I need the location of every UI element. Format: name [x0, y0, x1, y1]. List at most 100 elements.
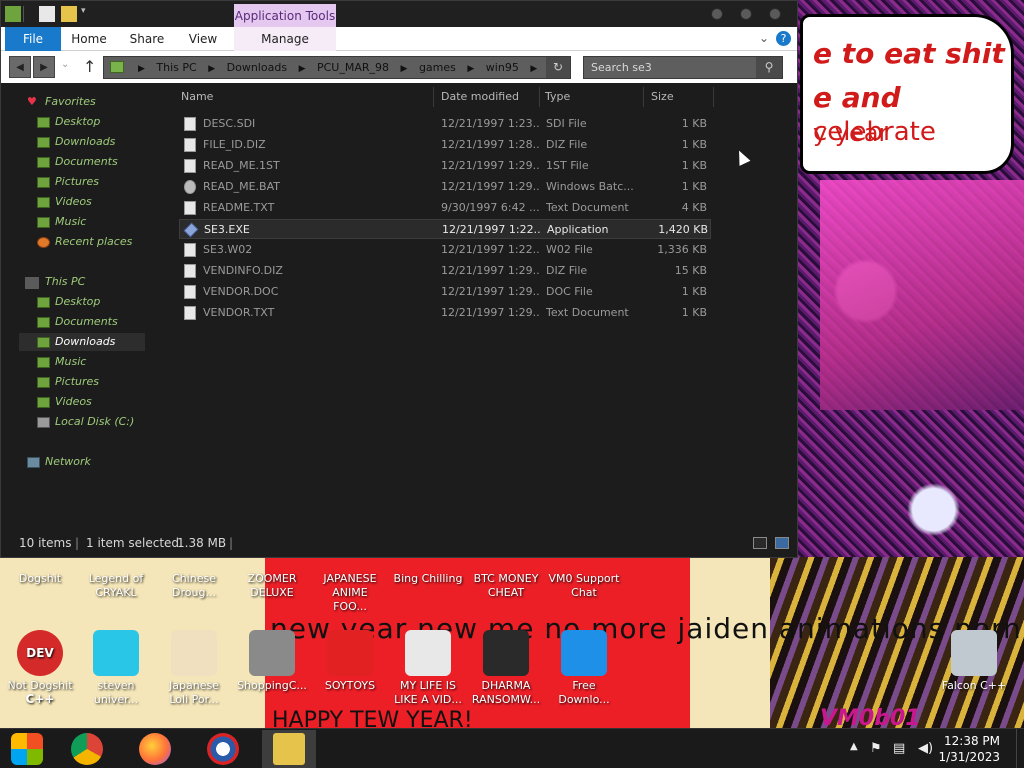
sidebar-item-favorites-music[interactable]: Music — [37, 213, 86, 231]
breadcrumb-win95[interactable]: win95 — [486, 61, 519, 74]
tab-manage[interactable]: Manage — [234, 27, 336, 51]
show-desktop-button[interactable] — [1016, 729, 1024, 768]
back-button[interactable]: ◀ — [9, 56, 31, 78]
large-icons-view-icon[interactable] — [775, 537, 789, 549]
title-bar[interactable]: ▾ Application Tools — [1, 1, 797, 28]
file-row[interactable]: SE3.W02 12/21/1997 1:22... W02 File 1,336 K… — [179, 240, 711, 260]
breadcrumb-downloads[interactable]: Downloads — [227, 61, 287, 74]
this-pc-header[interactable]: This PC — [45, 273, 85, 291]
desktop-icon[interactable]: ShoppingC... — [236, 630, 308, 693]
desktop-icon[interactable]: steven univer... — [80, 630, 152, 707]
sidebar-item-network[interactable]: Network — [27, 453, 91, 471]
breadcrumb-this-pc[interactable]: This PC — [156, 61, 196, 74]
desktop-icon[interactable]: DEV C++ Not Dogshit — [4, 630, 76, 706]
chevron-down-icon[interactable]: ▾ — [81, 6, 97, 22]
file-row[interactable]: SE3.EXE 12/21/1997 1:22... Application 1,42… — [179, 219, 711, 239]
taskbar-file-explorer[interactable] — [262, 730, 316, 768]
new-folder-icon[interactable] — [61, 6, 77, 22]
forward-button[interactable]: ▶ — [33, 56, 55, 78]
desktop-icon[interactable]: Falcon C++ — [938, 630, 1010, 693]
properties-icon[interactable] — [39, 6, 55, 22]
search-input[interactable] — [584, 57, 758, 78]
sidebar-item-favorites-desktop[interactable]: Desktop — [37, 113, 100, 131]
file-row[interactable]: VENDOR.DOC 12/21/1997 1:29... DOC File 1 KB — [179, 282, 711, 302]
expand-ribbon-icon[interactable]: ⌄ — [759, 31, 769, 45]
details-view-icon[interactable] — [753, 537, 767, 549]
flag-icon[interactable]: ⚑ — [870, 741, 882, 756]
close-button[interactable] — [769, 8, 781, 20]
column-header-date[interactable]: Date modified — [441, 88, 519, 106]
tab-file[interactable]: File — [5, 27, 61, 51]
start-button[interactable] — [0, 730, 54, 768]
desktop-icon[interactable]: DHARMA RANSOMW... — [470, 630, 542, 707]
favorites-header[interactable]: Favorites — [45, 93, 96, 111]
file-row[interactable]: VENDINFO.DIZ 12/21/1997 1:29... DIZ File 15… — [179, 261, 711, 281]
folder-icon — [110, 61, 124, 73]
column-header-name[interactable]: Name — [181, 88, 213, 106]
sidebar-item-pc-downloads[interactable]: Downloads — [37, 333, 115, 351]
file-size: 1,420 KB — [658, 223, 708, 236]
desktop-icon[interactable]: SOYTOYS — [314, 630, 386, 693]
desktop-icon[interactable]: Bing Chilling — [392, 572, 464, 586]
sidebar-item-favorites-pictures[interactable]: Pictures — [37, 173, 99, 191]
sidebar-item-local-disk[interactable]: Local Disk (C:) — [37, 413, 134, 431]
sidebar-item-pc-desktop[interactable]: Desktop — [37, 293, 100, 311]
sidebar-item-pc-music[interactable]: Music — [37, 353, 86, 371]
speech-line-1: e to eat shit — [813, 37, 1005, 70]
search-icon[interactable]: ⚲ — [756, 57, 782, 78]
taskbar-firefox[interactable] — [128, 730, 182, 768]
column-divider[interactable] — [643, 87, 644, 107]
file-row[interactable]: READ_ME.1ST 12/21/1997 1:29... 1ST File 1 K… — [179, 156, 711, 176]
desktop-icon[interactable]: MY LIFE IS LIKE A VID... — [392, 630, 464, 707]
sidebar-item-pc-videos[interactable]: Videos — [37, 393, 92, 411]
minimize-button[interactable] — [711, 8, 723, 20]
address-bar[interactable]: ▶ This PC ▶ Downloads ▶ PCU_MAR_98 ▶ gam… — [103, 56, 571, 79]
refresh-icon[interactable]: ↻ — [546, 57, 570, 78]
up-arrow-icon[interactable]: ↑ — [83, 57, 96, 76]
desktop-icon[interactable]: JAPANESE ANIME FOO... — [314, 572, 386, 614]
speech-line-3: y year — [813, 119, 889, 147]
tab-view[interactable]: View — [183, 27, 223, 51]
column-header-size[interactable]: Size — [651, 88, 674, 106]
tab-share[interactable]: Share — [125, 27, 169, 51]
file-row[interactable]: FILE_ID.DIZ 12/21/1997 1:28... DIZ File 1 K… — [179, 135, 711, 155]
tray-chevron-icon[interactable]: ▲ — [850, 741, 858, 752]
sidebar-item-label: Recent places — [55, 235, 133, 248]
taskbar-chrome[interactable] — [60, 730, 114, 768]
column-header-type[interactable]: Type — [545, 88, 570, 106]
file-row[interactable]: README.TXT 9/30/1997 6:42 ... Text Documen… — [179, 198, 711, 218]
desktop-icon[interactable]: Chinese Droug... — [158, 572, 230, 600]
sidebar-item-recent-places[interactable]: Recent places — [37, 233, 133, 251]
desktop-icon[interactable]: Legend of CRYAKL — [80, 572, 152, 600]
breadcrumb-games[interactable]: games — [419, 61, 456, 74]
network-icon[interactable]: ▤ — [893, 741, 905, 756]
taskbar-obama-app[interactable] — [196, 730, 250, 768]
file-row[interactable]: DESC.SDI 12/21/1997 1:23... SDI File 1 KB — [179, 114, 711, 134]
file-row[interactable]: VENDOR.TXT 12/21/1997 1:29... Text Documen… — [179, 303, 711, 323]
sidebar-item-favorites-downloads[interactable]: Downloads — [37, 133, 115, 151]
file-date: 12/21/1997 1:22... — [442, 223, 540, 236]
desktop-icon[interactable]: ZOOMER DELUXE — [236, 572, 308, 600]
clock[interactable]: 12:38 PM 1/31/2023 — [938, 733, 1000, 765]
desktop-icon[interactable]: VM0 Support Chat — [548, 572, 620, 600]
desktop-icon[interactable]: Dogshit — [4, 572, 76, 586]
file-row[interactable]: READ_ME.BAT 12/21/1997 1:29... Windows Bat… — [179, 177, 711, 197]
sidebar-item-favorites-videos[interactable]: Videos — [37, 193, 92, 211]
column-divider[interactable] — [713, 87, 714, 107]
sidebar-item-favorites-documents[interactable]: Documents — [37, 153, 118, 171]
desktop-icon-label: DHARMA RANSOMW... — [471, 679, 541, 706]
sidebar-item-pc-pictures[interactable]: Pictures — [37, 373, 99, 391]
breadcrumb-pcu-mar-98[interactable]: PCU_MAR_98 — [317, 61, 389, 74]
file-type: DIZ File — [546, 264, 588, 277]
recent-locations-icon[interactable]: ⌄ — [61, 59, 69, 70]
volume-icon[interactable]: ◀) — [918, 741, 933, 756]
tab-home[interactable]: Home — [67, 27, 111, 51]
maximize-button[interactable] — [740, 8, 752, 20]
column-divider[interactable] — [539, 87, 540, 107]
desktop-icon[interactable]: BTC MONEY CHEAT — [470, 572, 542, 600]
column-divider[interactable] — [433, 87, 434, 107]
help-icon[interactable]: ? — [776, 31, 791, 46]
sidebar-item-pc-documents[interactable]: Documents — [37, 313, 118, 331]
desktop-icon[interactable]: Japanese Loli Por... — [158, 630, 230, 707]
desktop-icon[interactable]: Free Downlo... — [548, 630, 620, 707]
